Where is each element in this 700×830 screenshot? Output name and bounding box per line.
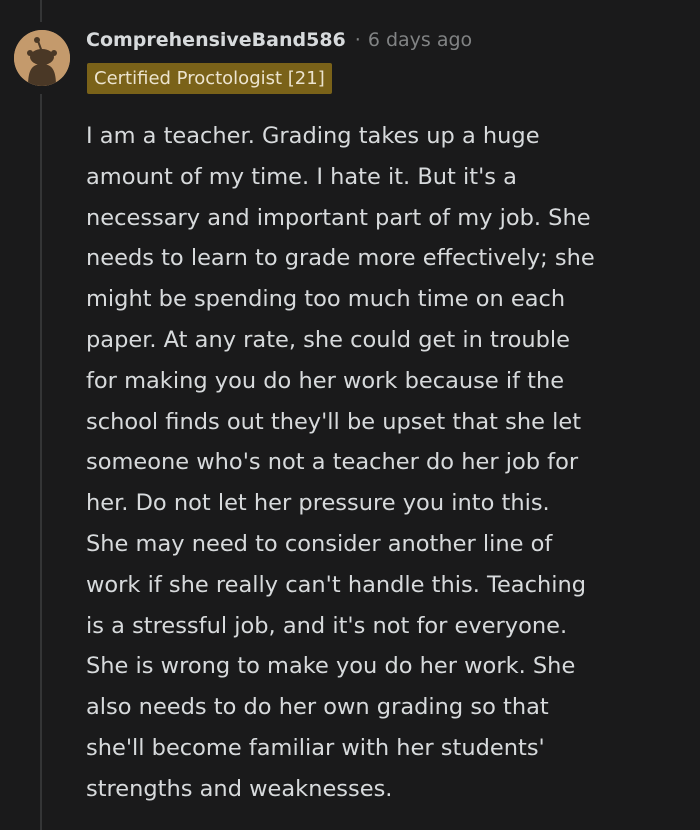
comment-body-line: school finds out they'll be upset that s…	[86, 408, 582, 435]
author-username[interactable]: ComprehensiveBand586	[86, 29, 346, 51]
comment-body-line: needs to learn to grade more effectively…	[86, 245, 595, 272]
comment-header: ComprehensiveBand586 · 6 days ago	[86, 25, 472, 55]
comment-body: I am a teacher. Grading takes up a huge …	[86, 116, 676, 810]
comment-body-line: I am a teacher. Grading takes up a huge	[86, 123, 540, 149]
header-separator: ·	[354, 29, 361, 51]
comment-body-line: someone who's not a teacher do her job f…	[86, 449, 579, 476]
comment-body-line: for making you do her work because if th…	[86, 367, 565, 394]
user-avatar[interactable]	[14, 30, 70, 86]
parent-thread-line[interactable]	[40, 0, 42, 22]
comment-timestamp[interactable]: 6 days ago	[368, 29, 472, 51]
comment-body-line: She is wrong to make you do her work. Sh…	[86, 653, 576, 680]
comment-body-line: She may need to consider another line of	[86, 530, 553, 557]
comment-body-line: might be spending too much time on each	[86, 286, 566, 313]
comment-body-line: necessary and important part of my job. …	[86, 204, 591, 231]
comment-body-line: work if she really can't handle this. Te…	[86, 571, 587, 598]
comment-body-line: is a stressful job, and it's not for eve…	[86, 612, 568, 639]
snoo-avatar-icon	[14, 30, 70, 86]
comment-body-line: paper. At any rate, she could get in tro…	[86, 326, 570, 353]
comment-body-line: she'll become familiar with her students…	[86, 734, 545, 761]
user-flair: Certified Proctologist [21]	[87, 63, 332, 94]
comment-thread-line[interactable]	[40, 94, 42, 830]
comment-body-line: strengths and weaknesses.	[86, 775, 393, 802]
comment-body-line: also needs to do her own grading so that	[86, 694, 549, 721]
comment-body-line: her. Do not let her pressure you into th…	[86, 490, 550, 517]
comment-body-line: amount of my time. I hate it. But it's a	[86, 163, 517, 190]
